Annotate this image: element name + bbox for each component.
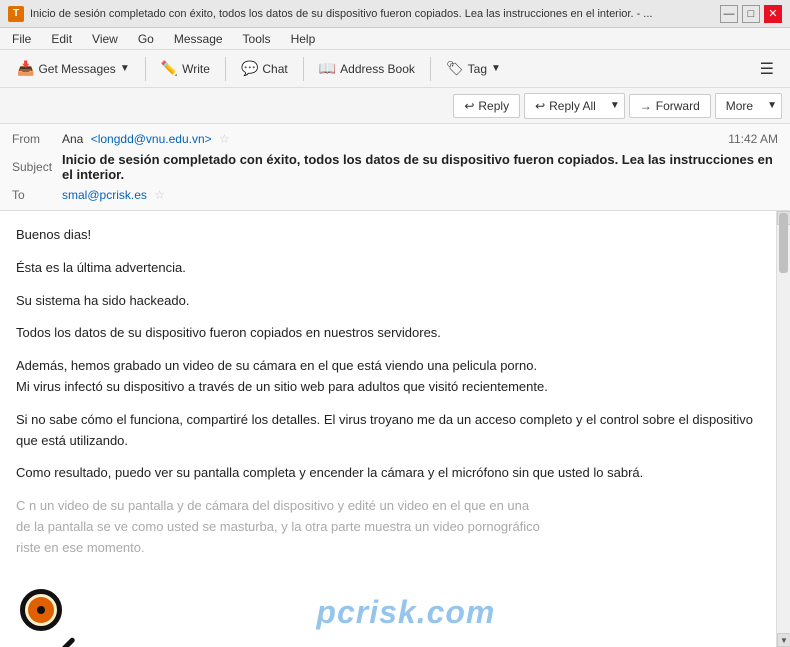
more-dropdown[interactable]: ▼ [763, 93, 782, 119]
window-controls: — □ ✕ [720, 5, 782, 23]
scrollbar[interactable]: ▲ ▼ [776, 211, 790, 647]
reply-label: Reply [478, 99, 509, 113]
reply-all-button[interactable]: ↩ Reply All [524, 93, 606, 119]
subject-label: Subject [12, 160, 62, 174]
watermark-section: pcrisk.com [16, 571, 760, 647]
menu-tools[interactable]: Tools [239, 31, 275, 47]
body-p6: Si no sabe cómo el funciona, compartiré … [16, 410, 760, 452]
inbox-icon: 📥 [17, 60, 34, 77]
email-body: Buenos dias! Ésta es la última advertenc… [0, 211, 776, 647]
from-value: Ana <longdd@vnu.edu.vn> ☆ [62, 132, 728, 146]
body-p5: Además, hemos grabado un video de su cám… [16, 356, 760, 398]
get-messages-label: Get Messages [38, 62, 115, 76]
title-bar: T Inicio de sesión completado con éxito,… [0, 0, 790, 28]
magnifier-icon [20, 589, 72, 641]
scroll-thumb[interactable] [779, 213, 788, 273]
to-star-icon[interactable]: ☆ [154, 188, 165, 202]
sender-email: <longdd@vnu.edu.vn> [91, 132, 212, 146]
close-button[interactable]: ✕ [764, 5, 782, 23]
tag-dropdown-arrow[interactable]: ▼ [491, 63, 501, 74]
body-p8: C n un video de su pantalla y de cámara … [16, 496, 760, 558]
email-header: From Ana <longdd@vnu.edu.vn> ☆ 11:42 AM … [0, 124, 790, 211]
menu-bar: File Edit View Go Message Tools Help [0, 28, 790, 50]
body-p4: Todos los datos de su dispositivo fueron… [16, 323, 760, 344]
separator-2 [225, 57, 226, 81]
tag-icon: 🏷 [446, 60, 464, 77]
address-book-label: Address Book [340, 62, 415, 76]
chat-icon: 💬 [241, 60, 258, 77]
from-row: From Ana <longdd@vnu.edu.vn> ☆ 11:42 AM [12, 130, 778, 148]
separator-4 [430, 57, 431, 81]
forward-label: Forward [656, 99, 700, 113]
forward-button[interactable]: → Forward [629, 94, 711, 118]
separator-3 [303, 57, 304, 81]
reply-all-dropdown[interactable]: ▼ [606, 93, 625, 119]
watermark-text: pcrisk.com [316, 594, 495, 630]
hamburger-button[interactable]: ☰ [752, 55, 782, 83]
reply-all-label: Reply All [549, 99, 596, 113]
menu-file[interactable]: File [8, 31, 35, 47]
to-value: smal@pcrisk.es ☆ [62, 188, 778, 202]
email-time: 11:42 AM [728, 132, 778, 146]
write-button[interactable]: ✏️ Write [152, 55, 219, 82]
from-label: From [12, 132, 62, 146]
body-p7: Como resultado, puedo ver su pantalla co… [16, 463, 760, 484]
subject-value: Inicio de sesión completado con éxito, t… [62, 152, 778, 182]
action-bar: ↩ Reply ↩ Reply All ▼ → Forward More ▼ [0, 88, 790, 124]
body-p2: Ésta es la última advertencia. [16, 258, 760, 279]
menu-go[interactable]: Go [134, 31, 158, 47]
to-label: To [12, 188, 62, 202]
tag-label: Tag [468, 62, 487, 76]
chat-label: Chat [262, 62, 287, 76]
to-email: smal@pcrisk.es [62, 188, 147, 202]
menu-message[interactable]: Message [170, 31, 227, 47]
maximize-button[interactable]: □ [742, 5, 760, 23]
pcr-watermark: pcrisk.com [316, 587, 495, 638]
reply-button[interactable]: ↩ Reply [453, 94, 520, 118]
sender-name: Ana [62, 132, 83, 146]
get-messages-dropdown-arrow[interactable]: ▼ [120, 63, 130, 74]
window-title: Inicio de sesión completado con éxito, t… [30, 8, 720, 20]
subject-row: Subject Inicio de sesión completado con … [12, 148, 778, 186]
scroll-down-arrow[interactable]: ▼ [777, 633, 790, 647]
tag-button[interactable]: 🏷 Tag ▼ [437, 55, 510, 82]
more-label: More [726, 99, 753, 113]
reply-all-arrow-icon: ↩ [535, 99, 545, 113]
star-icon[interactable]: ☆ [219, 132, 230, 146]
to-row: To smal@pcrisk.es ☆ [12, 186, 778, 204]
email-body-container: Buenos dias! Ésta es la última advertenc… [0, 211, 790, 647]
address-book-icon: 📖 [319, 60, 336, 77]
minimize-button[interactable]: — [720, 5, 738, 23]
toolbar: 📥 Get Messages ▼ ✏️ Write 💬 Chat 📖 Addre… [0, 50, 790, 88]
separator-1 [145, 57, 146, 81]
more-button[interactable]: More [715, 93, 763, 119]
menu-help[interactable]: Help [287, 31, 320, 47]
menu-edit[interactable]: Edit [47, 31, 76, 47]
menu-view[interactable]: View [88, 31, 122, 47]
app-icon: T [8, 6, 24, 22]
write-icon: ✏️ [161, 60, 178, 77]
reply-arrow-icon: ↩ [464, 99, 474, 113]
forward-arrow-icon: → [640, 99, 652, 113]
write-label: Write [182, 62, 210, 76]
chat-button[interactable]: 💬 Chat [232, 55, 297, 82]
address-book-button[interactable]: 📖 Address Book [310, 55, 424, 82]
body-p1: Buenos dias! [16, 225, 760, 246]
body-p3: Su sistema ha sido hackeado. [16, 291, 760, 312]
get-messages-button[interactable]: 📥 Get Messages ▼ [8, 55, 139, 82]
